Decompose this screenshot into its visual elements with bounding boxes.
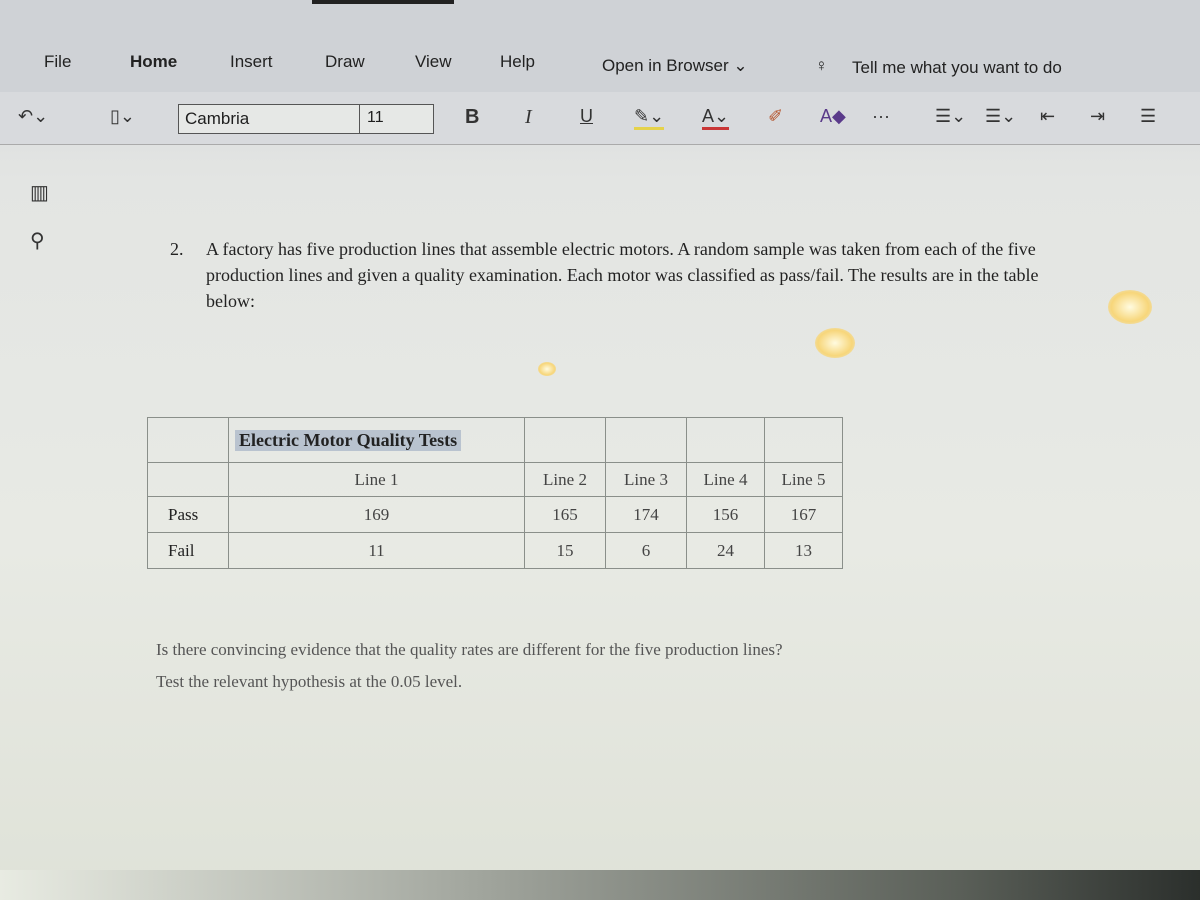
table-cell: 11	[228, 532, 525, 569]
table-cell: 174	[605, 496, 687, 533]
table-cell	[605, 417, 687, 463]
table-cell: 15	[524, 532, 606, 569]
table-cell: 6	[605, 532, 687, 569]
numbered-list-icon[interactable]: ☰⌄	[985, 106, 1016, 127]
font-size-input[interactable]: 11	[367, 109, 384, 127]
column-header: Line 2	[524, 462, 606, 497]
followup-question: Is there convincing evidence that the qu…	[156, 634, 783, 698]
menu-view[interactable]: View	[415, 52, 452, 72]
search-icon[interactable]: ⚲	[30, 228, 45, 253]
tell-me-search[interactable]: Tell me what you want to do	[852, 58, 1062, 78]
table-cell	[147, 462, 229, 497]
table-cell: 24	[686, 532, 765, 569]
title-bar	[0, 0, 1200, 92]
active-tab-indicator	[312, 0, 454, 4]
table-row: Pass 169 165 174 156 167	[147, 496, 843, 533]
open-in-browser-button[interactable]: Open in Browser ⌄	[602, 56, 748, 76]
screen-glare	[1108, 290, 1152, 324]
table-cell	[524, 417, 606, 463]
column-header: Line 4	[686, 462, 765, 497]
font-color-icon[interactable]: A⌄	[702, 106, 730, 130]
screen-glare	[538, 362, 556, 376]
decrease-indent-icon[interactable]: ⇤	[1040, 106, 1055, 127]
table-row: Fail 11 15 6 24 13	[147, 532, 843, 569]
menu-draw[interactable]: Draw	[325, 52, 365, 72]
table-caption-cell: Electric Motor Quality Tests	[228, 417, 525, 463]
table-cell	[686, 417, 765, 463]
increase-indent-icon[interactable]: ⇥	[1090, 106, 1105, 127]
more-options-button[interactable]: ···	[872, 106, 890, 127]
column-header: Line 5	[764, 462, 843, 497]
table-caption: Electric Motor Quality Tests	[235, 429, 462, 451]
underline-button[interactable]: U	[580, 106, 593, 127]
clipboard-icon[interactable]: ▯⌄	[110, 106, 135, 127]
menu-help[interactable]: Help	[500, 52, 535, 72]
highlight-icon[interactable]: ✎⌄	[634, 106, 665, 130]
question-number: 2.	[170, 239, 184, 259]
font-name-input[interactable]: Cambria	[185, 109, 249, 129]
undo-icon[interactable]: ↶⌄	[18, 106, 48, 127]
table-cell	[764, 417, 843, 463]
followup-line-1: Is there convincing evidence that the qu…	[156, 640, 783, 659]
font-selector[interactable]: Cambria 11	[178, 104, 434, 134]
followup-line-2: Test the relevant hypothesis at the 0.05…	[156, 672, 463, 691]
clear-formatting-icon[interactable]: A◆	[820, 106, 846, 127]
row-label: Pass	[147, 496, 229, 533]
lightbulb-icon: ♀	[815, 56, 828, 75]
bullet-list-icon[interactable]: ☰⌄	[935, 106, 966, 127]
row-label: Fail	[147, 532, 229, 569]
taskbar	[0, 870, 1200, 900]
table-cell: 156	[686, 496, 765, 533]
library-icon[interactable]: ▥	[30, 180, 49, 205]
table-cell	[147, 417, 229, 463]
bold-button[interactable]: B	[465, 106, 479, 129]
table-cell: 167	[764, 496, 843, 533]
column-header: Line 3	[605, 462, 687, 497]
menu-file[interactable]: File	[44, 52, 71, 72]
table-header-row: Line 1 Line 2 Line 3 Line 4 Line 5	[147, 462, 843, 497]
quality-table: Electric Motor Quality Tests Line 1 Line…	[147, 417, 843, 569]
column-header: Line 1	[228, 462, 525, 497]
align-icon[interactable]: ☰	[1140, 106, 1156, 127]
question-text: A factory has five production lines that…	[206, 239, 1039, 311]
format-painter-icon[interactable]: ✐	[768, 106, 783, 127]
menu-home[interactable]: Home	[130, 52, 177, 72]
screen-glare	[815, 328, 855, 358]
table-cell: 169	[228, 496, 525, 533]
table-cell: 165	[524, 496, 606, 533]
italic-button[interactable]: I	[525, 106, 532, 129]
menu-insert[interactable]: Insert	[230, 52, 273, 72]
table-cell: 13	[764, 532, 843, 569]
